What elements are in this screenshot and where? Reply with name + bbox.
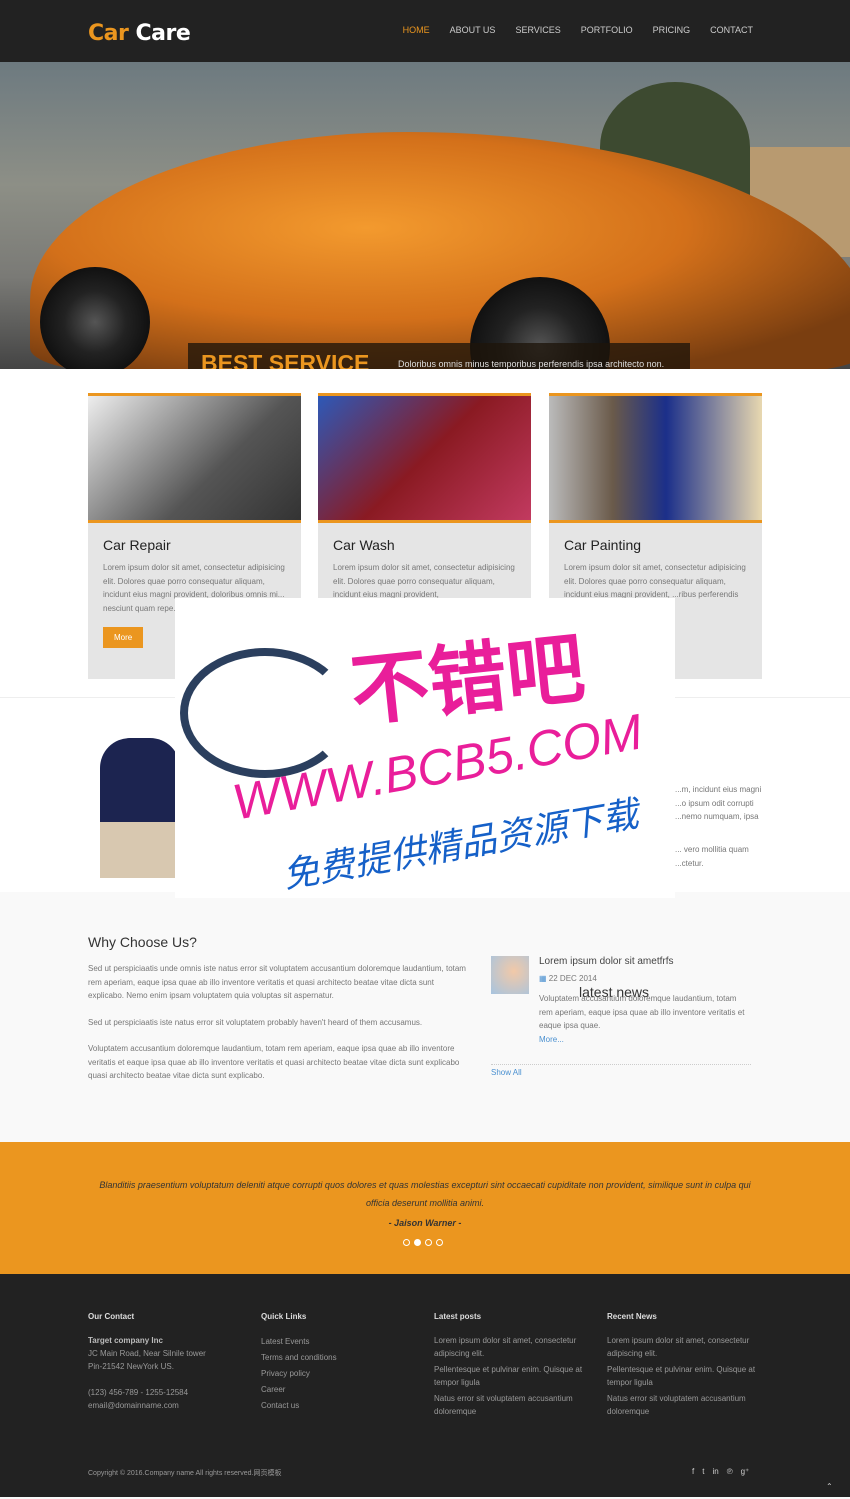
- car-repair-image: [88, 393, 301, 523]
- car-wash-image: [318, 393, 531, 523]
- social-links: f t in ℗ g⁺: [692, 1467, 749, 1476]
- header: Car Care HOME ABOUT US SERVICES PORTFOLI…: [0, 0, 850, 62]
- twitter-icon[interactable]: t: [702, 1467, 704, 1476]
- why-text: Voluptatem accusantium doloremque laudan…: [88, 1044, 460, 1080]
- testimonial-quote: Blanditiis praesentium voluptatum deleni…: [99, 1180, 751, 1208]
- facebook-icon[interactable]: f: [692, 1467, 694, 1476]
- hero-caption: BEST SERVICE Doloribus omnis minus tempo…: [188, 343, 690, 369]
- latest-news: latest news Lorem ipsum dolor sit ametfr…: [491, 942, 751, 1077]
- footer-links: Quick Links Latest Events Terms and cond…: [261, 1310, 421, 1414]
- carousel-dots: [403, 1239, 443, 1246]
- service-title: Car Wash: [333, 537, 395, 553]
- service-text: Lorem ipsum dolor sit amet, consectetur …: [333, 563, 515, 599]
- news-link[interactable]: Natus error sit voluptatem accusantium d…: [607, 1392, 767, 1418]
- nav-pricing[interactable]: PRICING: [653, 25, 691, 35]
- pinterest-icon[interactable]: ℗: [727, 1467, 733, 1476]
- footer-link[interactable]: Privacy policy: [261, 1366, 421, 1382]
- carousel-dot[interactable]: [425, 1239, 432, 1246]
- nav-portfolio[interactable]: PORTFOLIO: [581, 25, 633, 35]
- about-text: ...m, incidunt eius magni ...o ipsum odi…: [675, 785, 762, 821]
- nav-services[interactable]: SERVICES: [515, 25, 560, 35]
- news-text: Voluptatem accusantium doloremque laudan…: [539, 994, 745, 1030]
- show-all-link[interactable]: Show All: [491, 1064, 751, 1077]
- car-wheel: [40, 267, 150, 369]
- carousel-dot-active[interactable]: [414, 1239, 421, 1246]
- nav-contact[interactable]: CONTACT: [710, 25, 753, 35]
- team-image: [100, 738, 180, 878]
- carousel-dot[interactable]: [436, 1239, 443, 1246]
- logo[interactable]: Car Care: [88, 21, 191, 46]
- footer-link[interactable]: Terms and conditions: [261, 1350, 421, 1366]
- phone: (123) 456-789 - 1255-12584: [88, 1388, 189, 1397]
- address: JC Main Road, Near Silnile tower: [88, 1349, 206, 1358]
- car-painting-image: [549, 393, 762, 523]
- scroll-top-icon[interactable]: ⌃: [826, 1482, 833, 1491]
- hero-text: Doloribus omnis minus temporibus perfere…: [398, 358, 665, 369]
- main-nav: HOME ABOUT US SERVICES PORTFOLIO PRICING…: [403, 25, 753, 35]
- more-button[interactable]: More: [103, 627, 144, 648]
- service-title: Car Painting: [564, 537, 642, 553]
- nav-about[interactable]: ABOUT US: [450, 25, 496, 35]
- news-more-link[interactable]: More...: [539, 1035, 749, 1044]
- calendar-icon: ▦: [539, 974, 547, 983]
- news-title[interactable]: Lorem ipsum dolor sit ametfrfs: [539, 956, 749, 967]
- footer-heading: Quick Links: [261, 1312, 307, 1321]
- post-link[interactable]: Pellentesque et pulvinar enim. Quisque a…: [434, 1363, 594, 1389]
- footer-recent: Recent News Lorem ipsum dolor sit amet, …: [607, 1310, 767, 1418]
- post-link[interactable]: Lorem ipsum dolor sit amet, consectetur …: [434, 1334, 594, 1360]
- google-plus-icon[interactable]: g⁺: [741, 1467, 750, 1476]
- about-text: ... vero mollitia quam ...ctetur.: [675, 845, 749, 868]
- footer-posts: Latest posts Lorem ipsum dolor sit amet,…: [434, 1310, 594, 1418]
- hero-title: BEST SERVICE: [201, 350, 370, 369]
- news-thumbnail: [491, 956, 529, 994]
- watermark-overlay: 不错吧 WWW.BCB5.COM 免费提供精品资源下载: [175, 598, 675, 898]
- news-link[interactable]: Lorem ipsum dolor sit amet, consectetur …: [607, 1334, 767, 1360]
- why-text: Sed ut perspiciaatis iste natus error si…: [88, 1017, 423, 1027]
- footer-link[interactable]: Contact us: [261, 1398, 421, 1414]
- linkedin-icon[interactable]: in: [712, 1467, 718, 1476]
- nav-home[interactable]: HOME: [403, 25, 430, 35]
- footer: Our Contact Target company Inc JC Main R…: [0, 1274, 850, 1497]
- testimonial-section: Blanditiis praesentium voluptatum deleni…: [0, 1142, 850, 1274]
- footer-heading: Our Contact: [88, 1312, 135, 1321]
- address: Pin-21542 NewYork US.: [88, 1362, 174, 1371]
- company-name: Target company Inc: [88, 1336, 163, 1345]
- footer-heading: Latest posts: [434, 1312, 482, 1321]
- news-link[interactable]: Pellentesque et pulvinar enim. Quisque a…: [607, 1363, 767, 1389]
- testimonial-author: - Jaison Warner -: [388, 1218, 462, 1228]
- carousel-dot[interactable]: [403, 1239, 410, 1246]
- copyright: Copyright © 2016.Company name All rights…: [88, 1470, 282, 1477]
- why-text: Sed ut perspiciaatis unde omnis iste nat…: [88, 964, 466, 1000]
- post-link[interactable]: Natus error sit voluptatem accusantium d…: [434, 1392, 594, 1418]
- hero-slider: BEST SERVICE Doloribus omnis minus tempo…: [0, 62, 850, 369]
- email-link[interactable]: email@domainname.com: [88, 1399, 248, 1412]
- footer-link[interactable]: Career: [261, 1382, 421, 1398]
- service-title: Car Repair: [103, 537, 171, 553]
- news-date: 22 DEC 2014: [548, 974, 597, 983]
- why-section: Why Choose Us? Sed ut perspiciaatis unde…: [0, 892, 850, 1142]
- footer-heading: Recent News: [607, 1312, 657, 1321]
- footer-link[interactable]: Latest Events: [261, 1334, 421, 1350]
- footer-contact: Our Contact Target company Inc JC Main R…: [88, 1310, 248, 1412]
- why-title: Why Choose Us?: [88, 934, 197, 950]
